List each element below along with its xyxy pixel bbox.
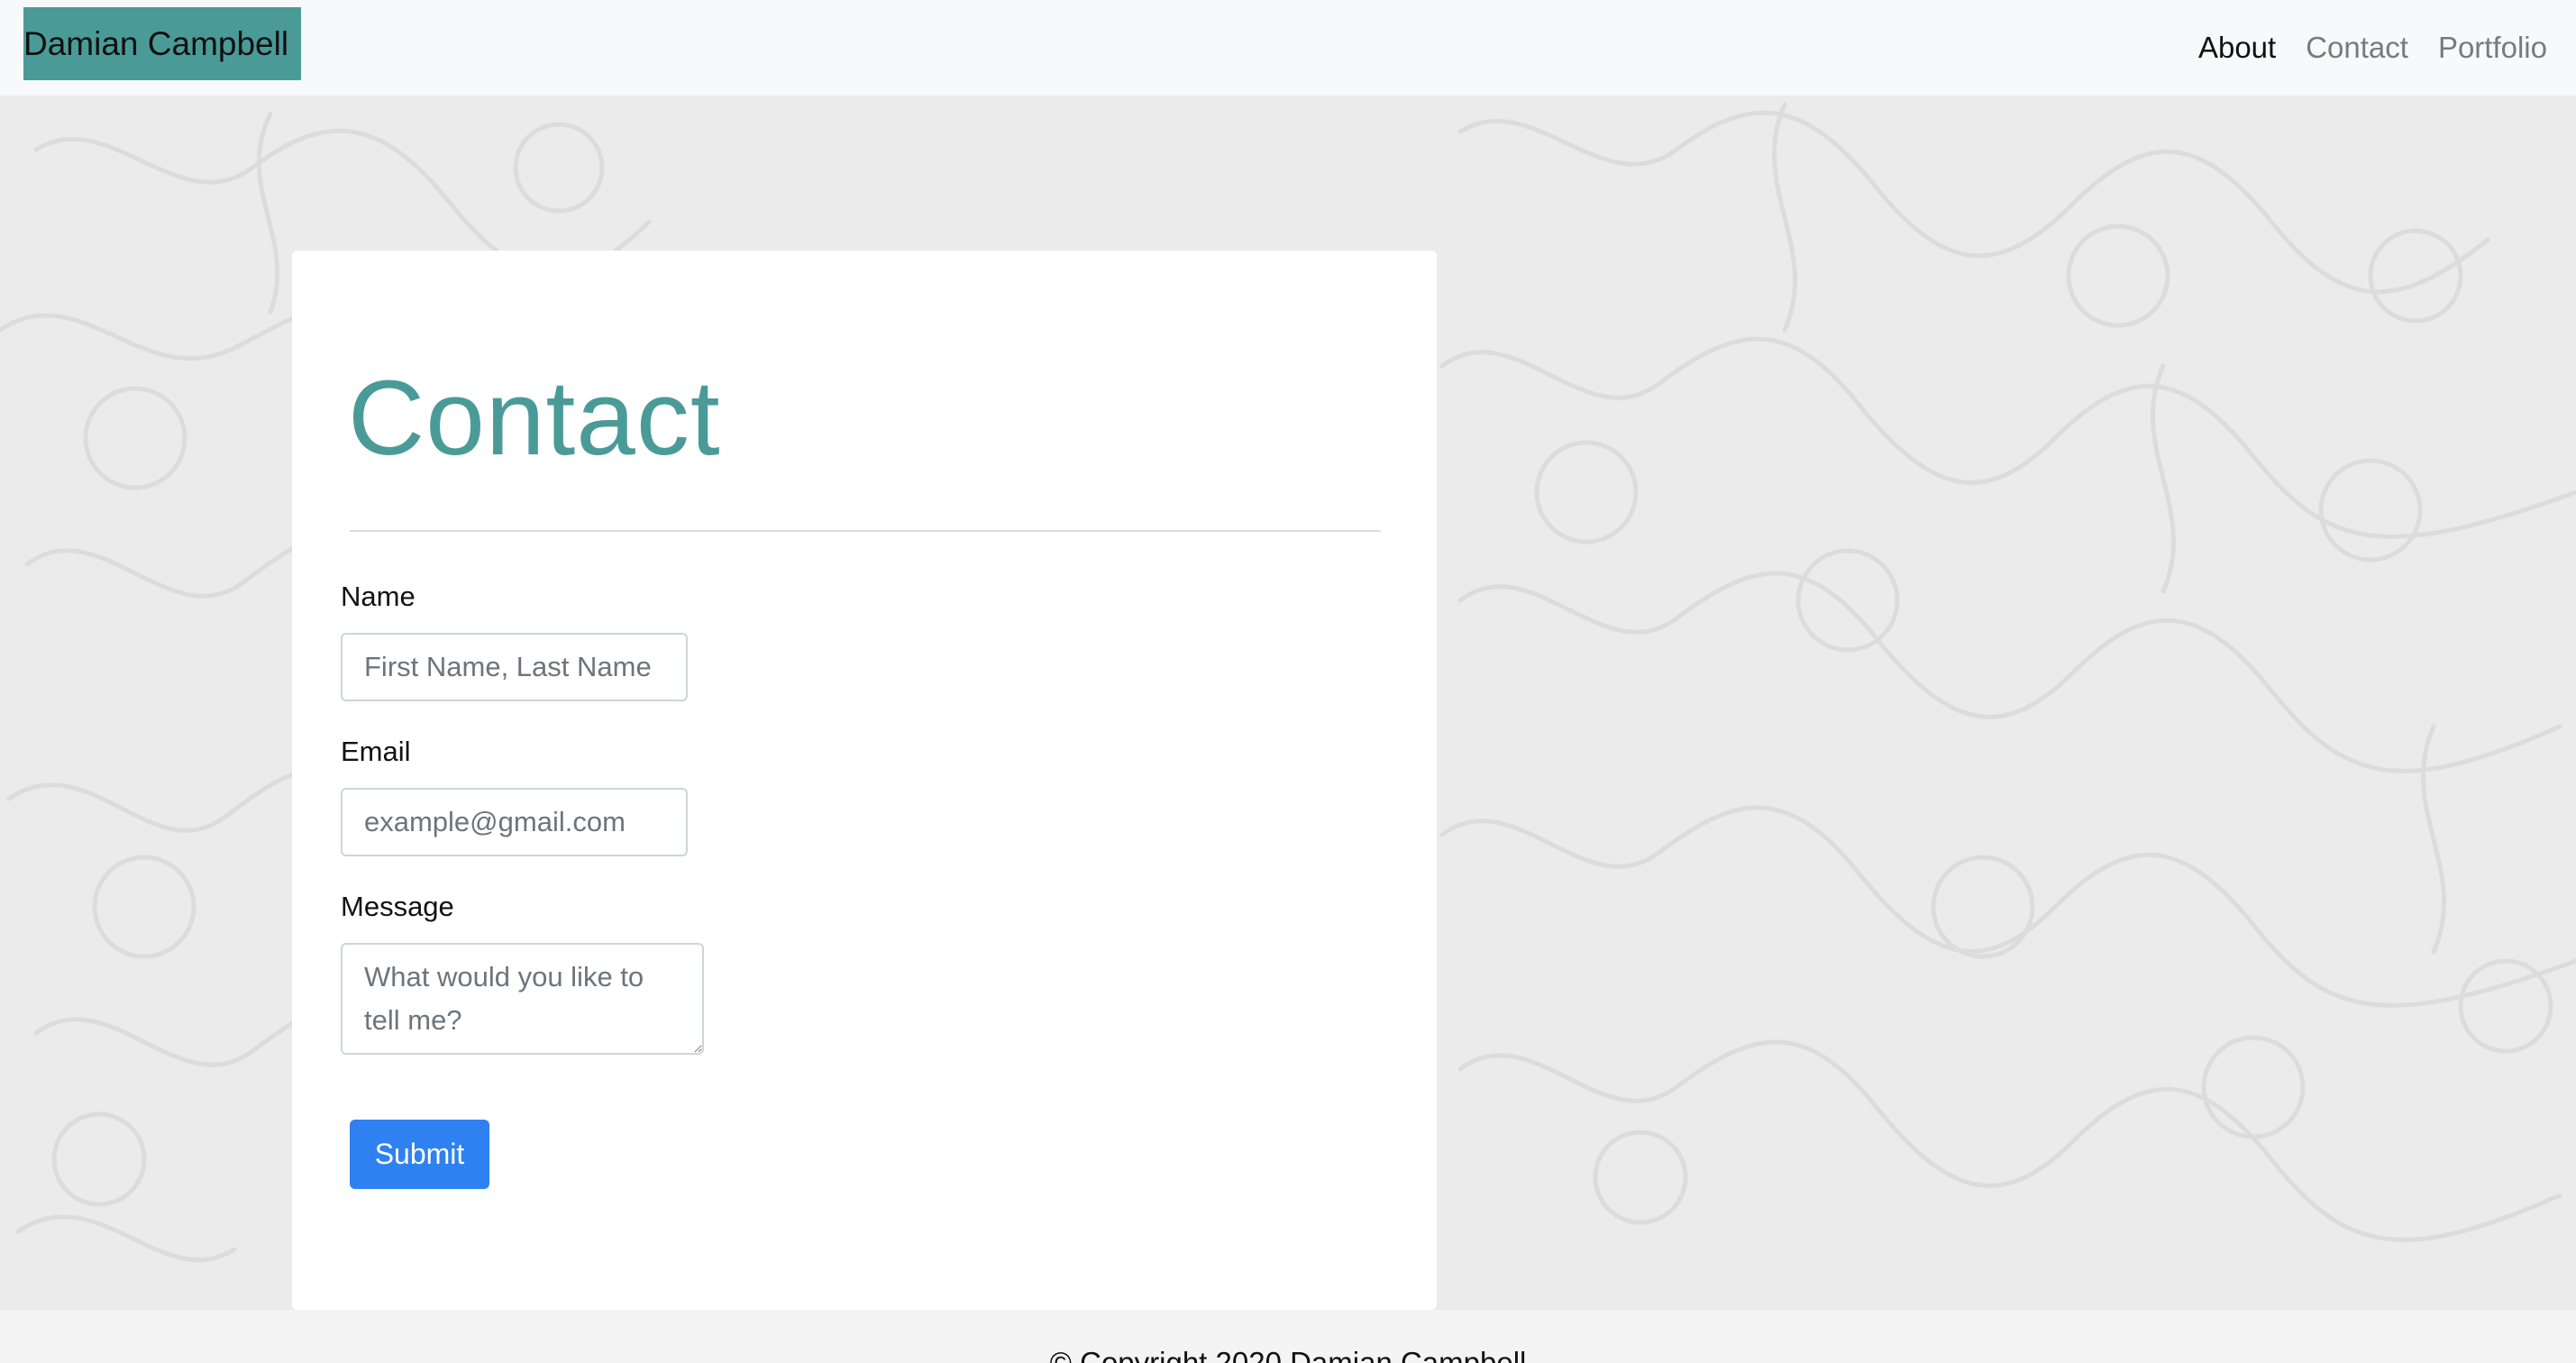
contact-card: Contact Name Email Message Submit — [292, 251, 1437, 1310]
footer: © Copyright 2020 Damian Campbell — [0, 1310, 2576, 1363]
page-title: Contact — [348, 359, 721, 478]
copyright-text: © Copyright 2020 Damian Campbell — [1049, 1346, 1527, 1363]
nav-links: About Contact Portfolio — [2169, 0, 2547, 96]
title-divider — [350, 530, 1381, 532]
name-input[interactable] — [341, 633, 688, 701]
name-label: Name — [341, 581, 416, 612]
nav-link-about[interactable]: About — [2198, 31, 2276, 65]
message-label: Message — [341, 891, 454, 922]
brand-link[interactable]: Damian Campbell — [23, 7, 301, 80]
navbar: Damian Campbell About Contact Portfolio — [0, 0, 2576, 96]
message-textarea[interactable] — [341, 943, 704, 1055]
email-input[interactable] — [341, 788, 688, 856]
email-label: Email — [341, 736, 411, 767]
submit-button[interactable]: Submit — [350, 1120, 489, 1189]
nav-link-contact[interactable]: Contact — [2306, 31, 2408, 65]
nav-link-portfolio[interactable]: Portfolio — [2438, 31, 2547, 65]
